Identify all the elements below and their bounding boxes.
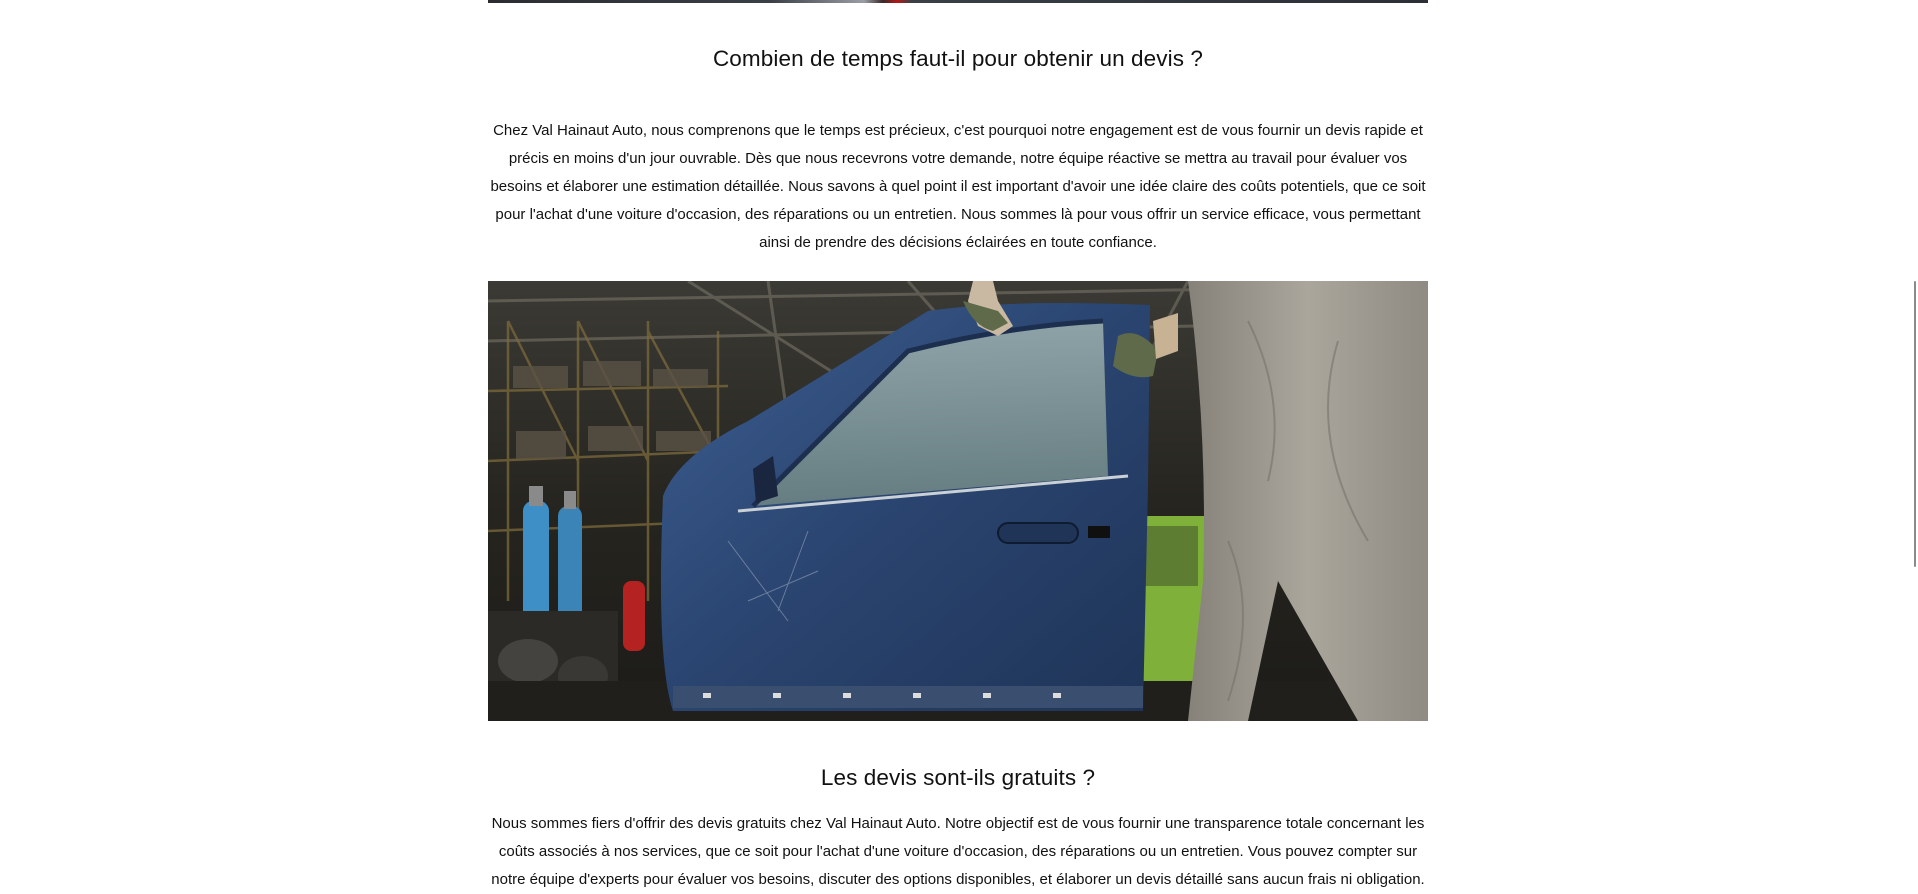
scrollbar-thumb[interactable] [1914, 281, 1916, 567]
main-content: Combien de temps faut-il pour obtenir un… [488, 0, 1428, 888]
heading-quote-duration: Combien de temps faut-il pour obtenir un… [712, 46, 1204, 71]
page-scrollbar[interactable] [1910, 0, 1918, 885]
previous-image-bottom-edge [488, 0, 1428, 3]
heading-free-quotes: Les devis sont-ils gratuits ? [820, 765, 1096, 790]
garage-door-image [488, 281, 1428, 721]
car-door-photo [488, 281, 1428, 721]
paragraph-free-quotes: Nous sommes fiers d'offrir des devis gra… [491, 815, 1425, 888]
paragraph-quote-duration: Chez Val Hainaut Auto, nous comprenons q… [490, 122, 1426, 251]
